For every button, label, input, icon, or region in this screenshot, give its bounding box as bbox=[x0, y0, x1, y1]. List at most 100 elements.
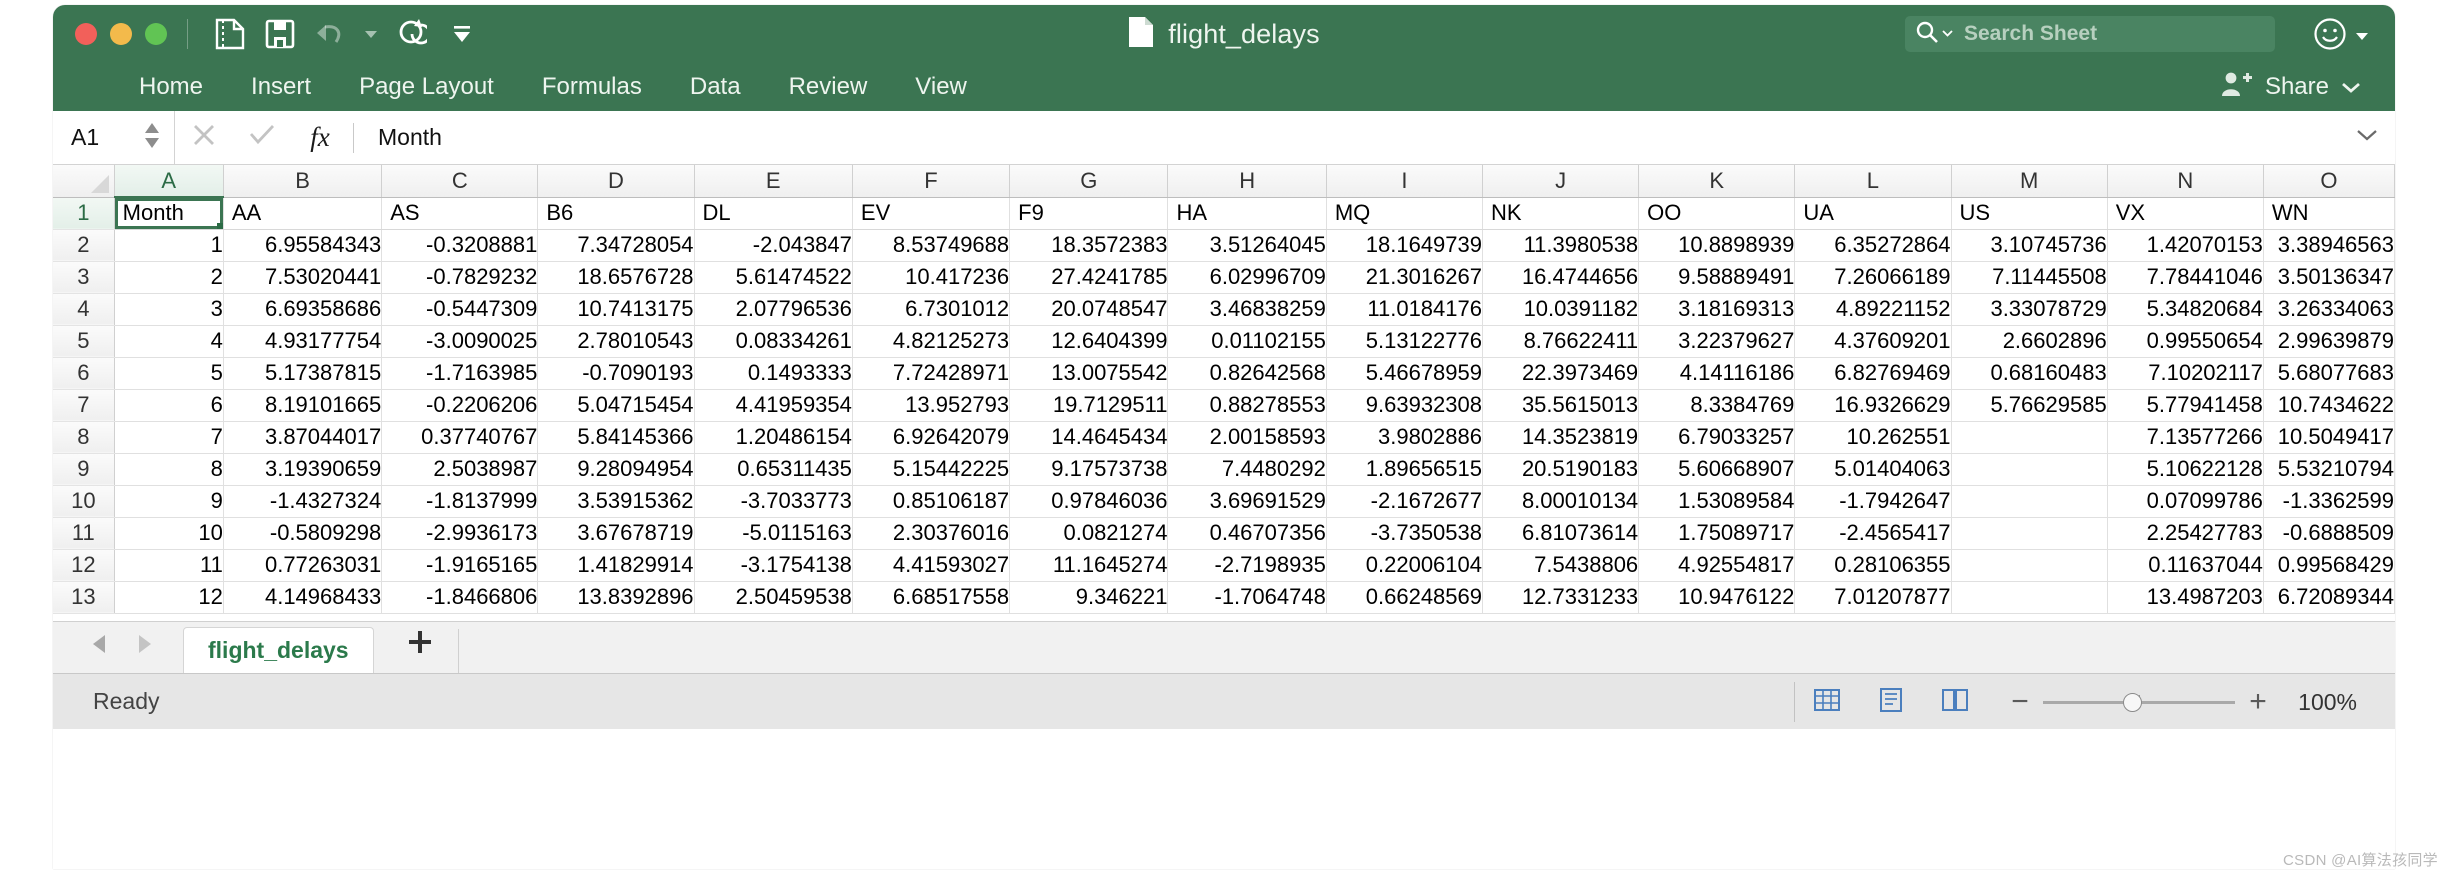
cell-j2[interactable]: 11.3980538 bbox=[1482, 229, 1640, 262]
column-header-b[interactable]: B bbox=[223, 165, 383, 198]
cell-e3[interactable]: 5.61474522 bbox=[694, 261, 853, 294]
cell-d5[interactable]: 2.78010543 bbox=[537, 325, 695, 358]
cell-c12[interactable]: -1.9165165 bbox=[381, 549, 539, 582]
cell-a10[interactable]: 9 bbox=[114, 485, 224, 518]
cell-m11[interactable] bbox=[1951, 517, 2108, 550]
column-header-m[interactable]: M bbox=[1951, 165, 2108, 198]
column-header-l[interactable]: L bbox=[1794, 165, 1952, 198]
cell-i1[interactable]: MQ bbox=[1326, 197, 1484, 230]
cell-f12[interactable]: 4.41593027 bbox=[852, 549, 1011, 582]
cell-l10[interactable]: -1.7942647 bbox=[1794, 485, 1952, 518]
cell-g6[interactable]: 13.0075542 bbox=[1009, 357, 1169, 390]
cell-b12[interactable]: 0.77263031 bbox=[223, 549, 383, 582]
close-window-button[interactable] bbox=[75, 23, 97, 45]
cell-l2[interactable]: 6.35272864 bbox=[1794, 229, 1952, 262]
cell-m9[interactable] bbox=[1951, 453, 2108, 486]
cell-o6[interactable]: 5.68077683 bbox=[2263, 357, 2395, 390]
tab-formulas[interactable]: Formulas bbox=[518, 63, 666, 111]
cell-e13[interactable]: 2.50459538 bbox=[694, 581, 853, 614]
column-header-n[interactable]: N bbox=[2107, 165, 2264, 198]
cell-j4[interactable]: 10.0391182 bbox=[1482, 293, 1640, 326]
cell-o11[interactable]: -0.6888509 bbox=[2263, 517, 2395, 550]
cell-i10[interactable]: -2.1672677 bbox=[1326, 485, 1484, 518]
cell-g1[interactable]: F9 bbox=[1009, 197, 1169, 230]
left-triangle-icon[interactable] bbox=[89, 633, 109, 660]
spreadsheet-grid[interactable]: A B C D E F G H I J K L M N O 1 Month AA… bbox=[53, 165, 2395, 621]
cell-e12[interactable]: -3.1754138 bbox=[694, 549, 853, 582]
cell-f1[interactable]: EV bbox=[852, 197, 1011, 230]
cell-n3[interactable]: 7.78441046 bbox=[2107, 261, 2264, 294]
cell-d3[interactable]: 18.6576728 bbox=[537, 261, 695, 294]
row-header-5[interactable]: 5 bbox=[53, 325, 115, 358]
column-header-d[interactable]: D bbox=[537, 165, 695, 198]
cell-d12[interactable]: 1.41829914 bbox=[537, 549, 695, 582]
cell-k4[interactable]: 3.18169313 bbox=[1638, 293, 1796, 326]
cell-o12[interactable]: 0.99568429 bbox=[2263, 549, 2395, 582]
cell-g13[interactable]: 9.346221 bbox=[1009, 581, 1169, 614]
cell-c6[interactable]: -1.7163985 bbox=[381, 357, 539, 390]
cell-f5[interactable]: 4.82125273 bbox=[852, 325, 1011, 358]
row-header-3[interactable]: 3 bbox=[53, 261, 115, 294]
cell-n2[interactable]: 1.42070153 bbox=[2107, 229, 2264, 262]
cell-j1[interactable]: NK bbox=[1482, 197, 1640, 230]
cell-e5[interactable]: 0.08334261 bbox=[694, 325, 853, 358]
cell-e10[interactable]: -3.7033773 bbox=[694, 485, 853, 518]
share-button[interactable]: Share bbox=[2221, 63, 2361, 111]
page-break-view-button[interactable] bbox=[1923, 674, 1987, 730]
cell-a8[interactable]: 7 bbox=[114, 421, 224, 454]
tab-review[interactable]: Review bbox=[765, 63, 892, 111]
cell-c11[interactable]: -2.9936173 bbox=[381, 517, 539, 550]
cell-a11[interactable]: 10 bbox=[114, 517, 224, 550]
row-header-2[interactable]: 2 bbox=[53, 229, 115, 262]
cell-n6[interactable]: 7.10202117 bbox=[2107, 357, 2264, 390]
cell-c8[interactable]: 0.37740767 bbox=[381, 421, 539, 454]
cell-g10[interactable]: 0.97846036 bbox=[1009, 485, 1169, 518]
cell-e6[interactable]: 0.1493333 bbox=[694, 357, 853, 390]
cell-l3[interactable]: 7.26066189 bbox=[1794, 261, 1952, 294]
cell-b5[interactable]: 4.93177754 bbox=[223, 325, 383, 358]
cell-j3[interactable]: 16.4744656 bbox=[1482, 261, 1640, 294]
cell-c9[interactable]: 2.5038987 bbox=[381, 453, 539, 486]
row-header-1[interactable]: 1 bbox=[53, 197, 115, 230]
cell-n1[interactable]: VX bbox=[2107, 197, 2264, 230]
expand-formula-bar-button[interactable] bbox=[2339, 111, 2395, 165]
cell-h5[interactable]: 0.01102155 bbox=[1167, 325, 1327, 358]
cell-m2[interactable]: 3.10745736 bbox=[1951, 229, 2108, 262]
cell-o9[interactable]: 5.53210794 bbox=[2263, 453, 2395, 486]
row-header-13[interactable]: 13 bbox=[53, 581, 115, 614]
cell-d2[interactable]: 7.34728054 bbox=[537, 229, 695, 262]
cell-i5[interactable]: 5.13122776 bbox=[1326, 325, 1484, 358]
cell-l11[interactable]: -2.4565417 bbox=[1794, 517, 1952, 550]
column-header-c[interactable]: C bbox=[381, 165, 539, 198]
row-header-12[interactable]: 12 bbox=[53, 549, 115, 582]
insert-function-button[interactable]: fx bbox=[291, 111, 349, 165]
cell-j12[interactable]: 7.5438806 bbox=[1482, 549, 1640, 582]
cell-l1[interactable]: UA bbox=[1794, 197, 1952, 230]
column-header-a[interactable]: A bbox=[114, 165, 224, 198]
cancel-formula-button[interactable] bbox=[175, 111, 233, 165]
cell-e7[interactable]: 4.41959354 bbox=[694, 389, 853, 422]
cell-h8[interactable]: 2.00158593 bbox=[1167, 421, 1327, 454]
cell-n12[interactable]: 0.11637044 bbox=[2107, 549, 2264, 582]
cell-e4[interactable]: 2.07796536 bbox=[694, 293, 853, 326]
cell-h10[interactable]: 3.69691529 bbox=[1167, 485, 1327, 518]
row-header-4[interactable]: 4 bbox=[53, 293, 115, 326]
zoom-level-label[interactable]: 100% bbox=[2281, 689, 2385, 716]
column-header-e[interactable]: E bbox=[694, 165, 853, 198]
cell-k2[interactable]: 10.8898939 bbox=[1638, 229, 1796, 262]
cell-o13[interactable]: 6.72089344 bbox=[2263, 581, 2395, 614]
cell-i2[interactable]: 18.1649739 bbox=[1326, 229, 1484, 262]
cell-d11[interactable]: 3.67678719 bbox=[537, 517, 695, 550]
cell-k3[interactable]: 9.58889491 bbox=[1638, 261, 1796, 294]
cell-g5[interactable]: 12.6404399 bbox=[1009, 325, 1169, 358]
undo-button[interactable] bbox=[308, 14, 352, 54]
cell-c3[interactable]: -0.7829232 bbox=[381, 261, 539, 294]
cell-o4[interactable]: 3.26334063 bbox=[2263, 293, 2395, 326]
cell-i4[interactable]: 11.0184176 bbox=[1326, 293, 1484, 326]
cell-m1[interactable]: US bbox=[1951, 197, 2108, 230]
row-header-11[interactable]: 11 bbox=[53, 517, 115, 550]
cell-h7[interactable]: 0.88278553 bbox=[1167, 389, 1327, 422]
cell-a3[interactable]: 2 bbox=[114, 261, 224, 294]
zoom-slider[interactable] bbox=[2043, 674, 2235, 730]
cell-f3[interactable]: 10.417236 bbox=[852, 261, 1011, 294]
